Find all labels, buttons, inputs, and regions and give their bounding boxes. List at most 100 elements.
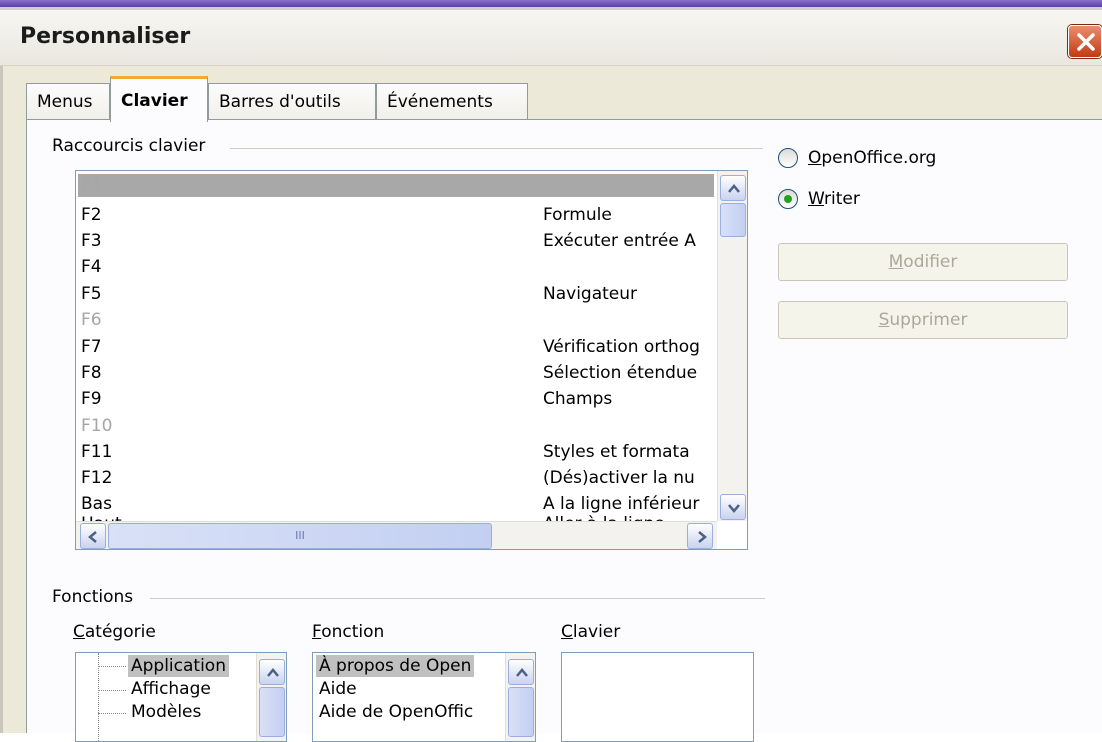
keys-label: Clavier [561,622,620,642]
shortcut-key: F5 [81,284,102,304]
shortcut-key: F10 [81,416,113,436]
shortcut-function: Champs [543,389,613,409]
function-item[interactable]: Aide de OpenOffic [319,701,473,723]
shortcut-row[interactable]: F8 Sélection étendue [81,360,697,386]
shortcut-row[interactable]: F7 Vérification orthog [81,334,700,360]
delete-button-label: upprimer [889,310,968,330]
shortcut-function: Navigateur [543,284,638,304]
keys-list[interactable] [561,652,754,742]
function-item[interactable]: Aide [319,678,357,700]
shortcut-row[interactable]: F9 Champs [81,386,612,412]
scroll-up-button[interactable] [508,659,534,685]
shortcut-row[interactable]: F4 [81,254,102,280]
radio-writer-label-text: riter [824,189,860,209]
tab-barres-outils[interactable]: Barres d'outils [208,83,376,120]
scroll-left-button[interactable] [80,523,106,549]
shortcut-key: F1 [81,174,102,194]
dialog-title-bar: Personnaliser [0,10,1102,66]
scroll-up-button[interactable] [720,175,746,201]
shortcut-function: Styles et formata [543,442,690,462]
chevron-down-icon [728,504,740,513]
category-label-mnemonic: C [73,622,85,642]
modify-button[interactable]: Modifier [778,243,1068,281]
close-button[interactable] [1068,25,1102,58]
shortcut-row[interactable]: F11 Styles et formata [81,439,690,465]
scroll-thumb[interactable] [259,687,285,737]
window-top-band [0,0,1102,7]
delete-button[interactable]: Supprimer [778,301,1068,339]
shortcut-row[interactable]: F3 Exécuter entrée A [81,228,696,254]
scroll-thumb[interactable] [508,687,534,737]
shortcut-function: Formule [543,205,612,225]
shortcut-key: F3 [81,231,102,251]
shortcut-key: F8 [81,363,102,383]
close-icon [1077,33,1095,51]
selected-row-highlight [78,174,714,197]
tree-connector [98,713,126,714]
keys-label-text: lavier [572,622,621,642]
group-divider [150,598,765,599]
chevron-up-icon [516,668,528,677]
shortcuts-vertical-scrollbar[interactable] [717,171,747,521]
shortcut-row[interactable]: F12 (Dés)activer la nu [81,465,695,491]
function-label: Fonction [312,622,384,642]
shortcut-key: F12 [81,468,113,488]
shortcuts-list[interactable]: F1 F2 Formule F3 Exécuter entrée A F4 F5 Na… [75,170,748,550]
chevron-left-icon [88,531,97,543]
category-vertical-scrollbar[interactable] [256,653,286,741]
function-label-mnemonic: F [312,622,322,642]
shortcut-function: (Dés)activer la nu [543,468,695,488]
radio-writer-label[interactable]: Writer [808,189,860,209]
function-list[interactable]: À propos de Open Aide Aide de OpenOffic [312,652,536,742]
category-label: Catégorie [73,622,156,642]
tab-evenements[interactable]: Événements [376,83,528,120]
function-item[interactable]: À propos de Open [316,655,475,677]
category-tree[interactable]: Application Affichage Modèles [75,652,287,742]
radio-openoffice[interactable] [778,148,798,168]
horizontal-scroll-thumb[interactable]: III [108,523,492,549]
shortcut-row[interactable]: F2 Formule [81,202,612,228]
scroll-right-button[interactable] [687,523,713,549]
scroll-grip: III [295,529,305,542]
radio-openoffice-label[interactable]: OpenOffice.org [808,148,936,168]
tree-connector [98,690,126,691]
shortcuts-group-label: Raccourcis clavier [52,136,214,156]
scroll-thumb[interactable] [720,203,746,237]
tab-label: Événements [387,92,493,112]
radio-writer[interactable] [778,189,798,209]
scroll-down-button[interactable] [720,494,746,520]
shortcut-key: F9 [81,389,102,409]
radio-openoffice-label-text: penOffice.org [821,148,937,168]
function-vertical-scrollbar[interactable] [505,653,535,741]
shortcuts-horizontal-scrollbar[interactable]: III [76,521,717,549]
shortcut-row[interactable]: F10 [81,413,112,439]
modify-button-label: odifier [903,252,958,272]
dialog-left-border [0,66,3,733]
modify-button-mnemonic: M [888,252,904,272]
tab-clavier[interactable]: Clavier [110,76,208,122]
radio-checked-dot [784,195,792,203]
shortcut-row[interactable]: F5 Navigateur [81,281,637,307]
shortcut-row[interactable]: F1 [81,171,102,197]
tree-item-affichage[interactable]: Affichage [131,678,211,700]
category-label-text: atégorie [84,622,156,642]
radio-writer-label-mnemonic: W [808,189,825,209]
shortcut-key: F6 [81,310,102,330]
tab-label: Barres d'outils [219,92,341,112]
delete-button-mnemonic: S [878,310,890,330]
shortcut-key: F7 [81,337,102,357]
tree-item-application[interactable]: Application [128,655,229,677]
chevron-up-icon [267,668,279,677]
shortcut-function: Sélection étendue [543,363,698,383]
tab-label: Menus [37,92,93,112]
shortcut-row[interactable]: F6 [81,307,102,333]
radio-openoffice-label-mnemonic: O [808,148,822,168]
tree-connector [98,666,126,667]
tree-item-modeles[interactable]: Modèles [131,701,201,723]
dialog-title: Personnaliser [20,24,191,49]
shortcut-key: F4 [81,257,102,277]
chevron-right-icon [698,531,707,543]
shortcut-key: F2 [81,205,102,225]
scroll-up-button[interactable] [259,659,285,685]
tab-menus[interactable]: Menus [26,83,110,120]
